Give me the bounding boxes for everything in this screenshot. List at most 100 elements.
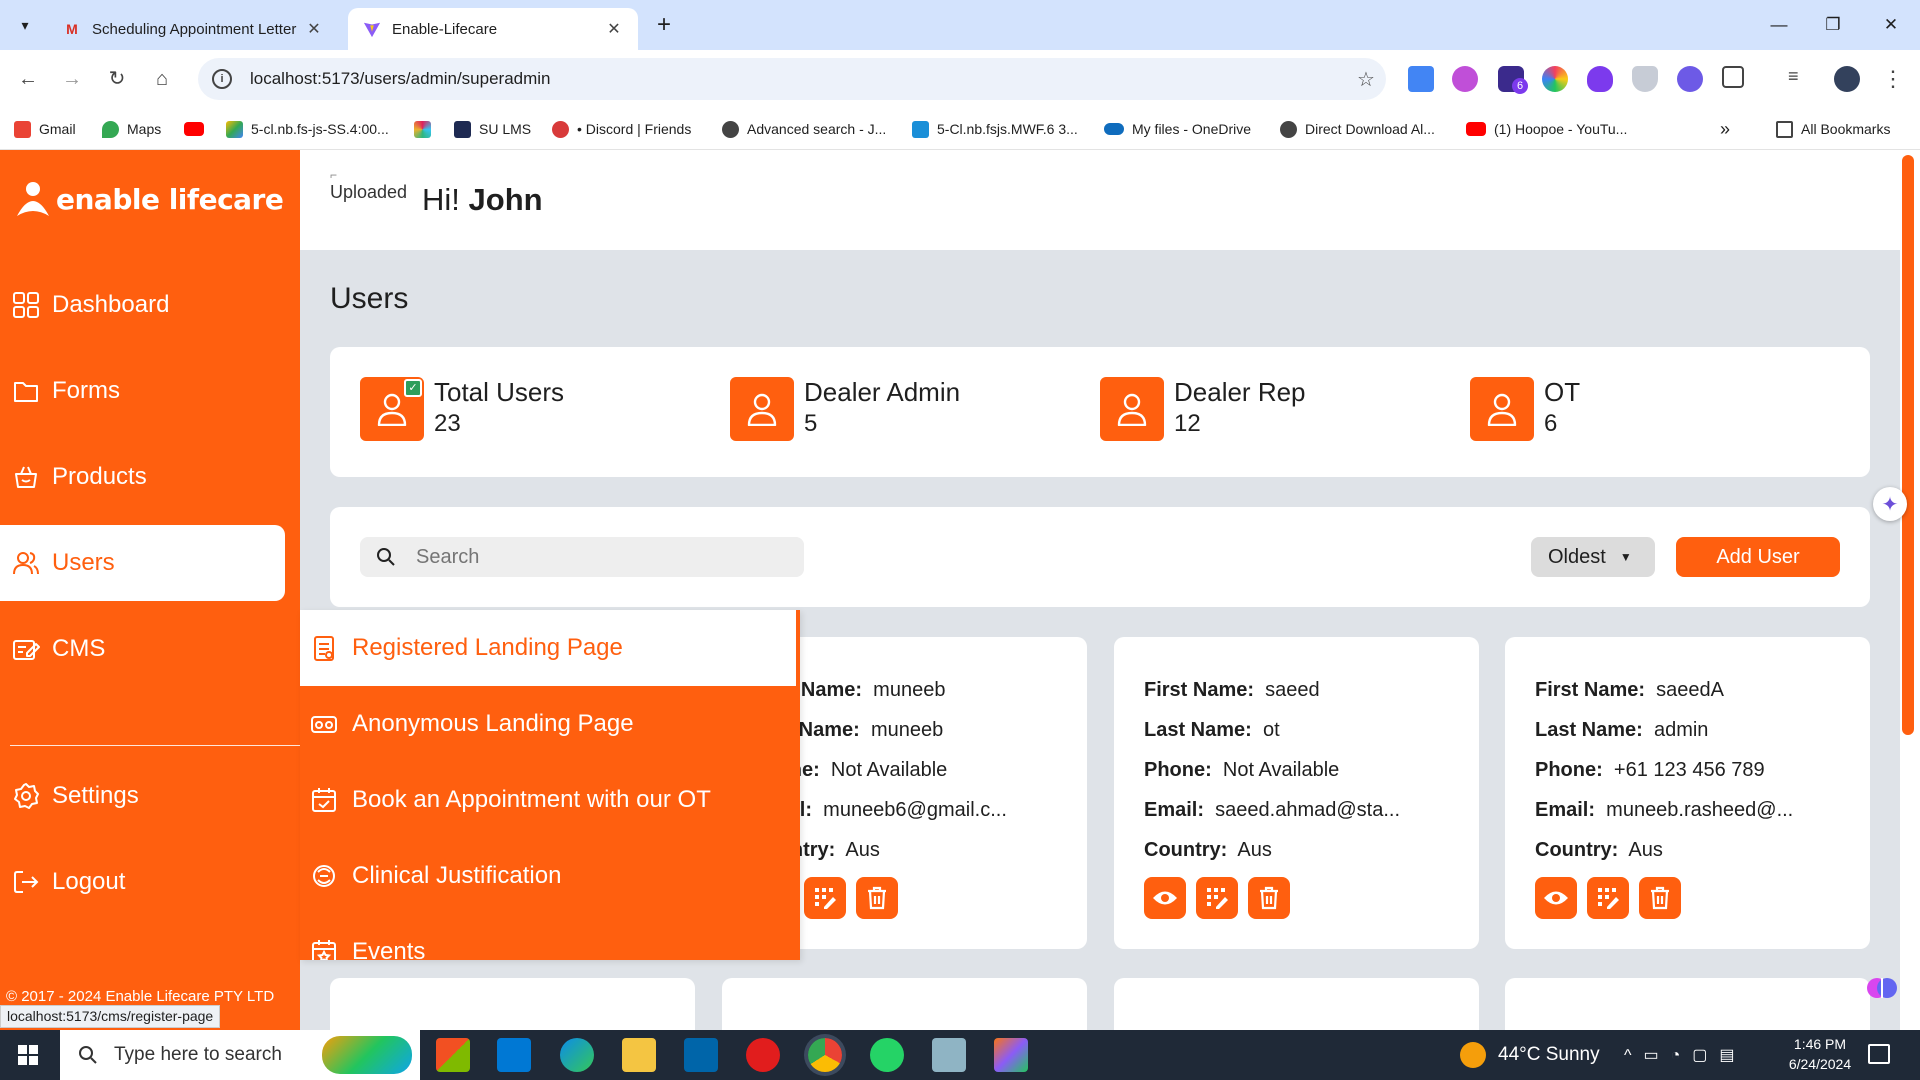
eye-icon bbox=[1544, 891, 1568, 905]
scrollbar-thumb[interactable] bbox=[1902, 155, 1914, 735]
sidebar-item-settings[interactable]: Settings bbox=[0, 758, 285, 834]
new-tab-button[interactable]: + bbox=[650, 12, 678, 40]
bookmark-su-lms[interactable]: SU LMS bbox=[454, 118, 531, 140]
sidebar-item-products[interactable]: Products bbox=[0, 439, 285, 515]
bookmark-class[interactable]: 5-Cl.nb.fsjs.MWF.6 3... bbox=[912, 118, 1078, 140]
brand-logo[interactable]: enable lifecare bbox=[14, 180, 284, 218]
edit-button[interactable] bbox=[1587, 877, 1629, 919]
taskbar-search[interactable]: Type here to search bbox=[60, 1030, 420, 1080]
close-tab-icon[interactable]: ✕ bbox=[304, 19, 324, 39]
stat-dealer-admin[interactable]: Dealer Admin 5 bbox=[730, 377, 1070, 441]
file-explorer-icon[interactable] bbox=[622, 1038, 656, 1072]
notifications-icon[interactable] bbox=[1868, 1044, 1890, 1064]
translate-extension-icon[interactable] bbox=[1408, 66, 1434, 92]
bookmark-drive[interactable]: 5-cl.nb.fs-js-SS.4:00... bbox=[226, 118, 389, 140]
cms-item-events[interactable]: Events bbox=[300, 914, 796, 960]
chrome-app-icon[interactable] bbox=[808, 1038, 842, 1072]
home-button[interactable]: ⌂ bbox=[146, 63, 178, 95]
gear-extension-icon[interactable] bbox=[1677, 66, 1703, 92]
stat-total-users[interactable]: ✓ Total Users 23 bbox=[360, 377, 700, 441]
search-box[interactable] bbox=[360, 537, 804, 577]
cms-item-registered-landing[interactable]: Registered Landing Page bbox=[300, 610, 796, 686]
field-label: First Name bbox=[1144, 679, 1248, 701]
bookmark-direct-download[interactable]: Direct Download Al... bbox=[1280, 118, 1435, 140]
color-extension-icon[interactable] bbox=[1542, 66, 1568, 92]
tab-search-button[interactable]: ▾ bbox=[10, 10, 40, 40]
media-control-icon[interactable]: ≡ bbox=[1788, 66, 1814, 92]
puzzle-icon[interactable] bbox=[1722, 66, 1744, 88]
sidebar-item-users[interactable]: Users bbox=[0, 525, 285, 601]
brain-widget-icon[interactable] bbox=[1864, 970, 1900, 1006]
back-button[interactable]: ← bbox=[12, 63, 44, 95]
delete-button[interactable] bbox=[1248, 877, 1290, 919]
sidebar-item-logout[interactable]: Logout bbox=[0, 844, 285, 920]
view-button[interactable] bbox=[1144, 877, 1186, 919]
bookmark-onedrive[interactable]: My files - OneDrive bbox=[1104, 118, 1251, 140]
add-user-button[interactable]: Add User bbox=[1676, 537, 1840, 577]
bookmark-discord[interactable]: • Discord | Friends bbox=[552, 118, 691, 140]
search-toolbar: Oldest ▼ Add User bbox=[330, 507, 1870, 607]
edit-button[interactable] bbox=[804, 877, 846, 919]
delete-button[interactable] bbox=[856, 877, 898, 919]
field-value: Not Available bbox=[830, 759, 948, 781]
windows-start-icon[interactable] bbox=[18, 1045, 38, 1070]
whatsapp-app-icon[interactable] bbox=[870, 1038, 904, 1072]
shield-extension-icon[interactable] bbox=[1632, 66, 1658, 92]
flame-extension-icon[interactable] bbox=[1587, 66, 1613, 92]
git-app-icon[interactable] bbox=[994, 1038, 1028, 1072]
opera-app-icon[interactable] bbox=[746, 1038, 780, 1072]
browser-tab-enable-lifecare[interactable]: Enable-Lifecare ✕ bbox=[348, 8, 638, 50]
sidebar-item-cms[interactable]: CMS bbox=[0, 611, 285, 687]
edit-button[interactable] bbox=[1196, 877, 1238, 919]
field-value: Not Available bbox=[1222, 759, 1340, 781]
stat-dealer-rep[interactable]: Dealer Rep 12 bbox=[1100, 377, 1440, 441]
bookmark-star-icon[interactable]: ☆ bbox=[1346, 67, 1386, 92]
system-tray-icons[interactable]: ^▭◔▢▤ bbox=[1624, 1030, 1747, 1080]
cms-item-anonymous-landing[interactable]: Anonymous Landing Page bbox=[300, 686, 796, 762]
minimize-button[interactable]: — bbox=[1754, 10, 1804, 40]
sidebar-item-forms[interactable]: Forms bbox=[0, 353, 285, 429]
address-bar[interactable]: i localhost:5173/users/admin/superadmin … bbox=[198, 58, 1386, 100]
profile-avatar[interactable] bbox=[1834, 66, 1860, 92]
cms-item-label: Clinical Justification bbox=[352, 862, 562, 889]
close-window-button[interactable]: ✕ bbox=[1866, 10, 1916, 40]
field-label: First Name bbox=[1535, 679, 1639, 701]
browser-tab-gmail[interactable]: M Scheduling Appointment Letter ✕ bbox=[48, 8, 338, 50]
sparkle-icon[interactable]: ✦ bbox=[1873, 487, 1907, 521]
folder-icon bbox=[14, 382, 38, 402]
bookmark-label: All Bookmarks bbox=[1801, 121, 1891, 137]
more-bookmarks-icon[interactable]: » bbox=[1720, 118, 1730, 140]
bookmark-youtube[interactable] bbox=[184, 118, 212, 140]
bookmark-hoopoe[interactable]: (1) Hoopoe - YouTu... bbox=[1466, 118, 1627, 140]
bookmark-slack[interactable] bbox=[414, 118, 439, 140]
vscode-app-icon[interactable] bbox=[684, 1038, 718, 1072]
notes-app-icon[interactable] bbox=[932, 1038, 966, 1072]
cms-item-book-appointment[interactable]: Book an Appointment with our OT bbox=[300, 762, 796, 838]
forward-button[interactable]: → bbox=[56, 63, 88, 95]
view-button[interactable] bbox=[1535, 877, 1577, 919]
all-bookmarks[interactable]: All Bookmarks bbox=[1776, 118, 1890, 140]
sort-dropdown[interactable]: Oldest ▼ bbox=[1531, 537, 1655, 577]
bookmark-maps[interactable]: Maps bbox=[102, 118, 161, 140]
menu-kebab-icon[interactable]: ⋮ bbox=[1880, 66, 1906, 92]
bookmark-gmail[interactable]: Gmail bbox=[14, 118, 76, 140]
user-icon: ✓ bbox=[360, 377, 424, 441]
store-app-icon[interactable] bbox=[436, 1038, 470, 1072]
bookmark-advanced-search[interactable]: Advanced search - J... bbox=[722, 118, 886, 140]
delete-button[interactable] bbox=[1639, 877, 1681, 919]
avatar[interactable]: ⌐ Uploaded bbox=[330, 168, 410, 216]
site-info-icon[interactable]: i bbox=[212, 69, 232, 89]
brain-extension-icon[interactable] bbox=[1452, 66, 1478, 92]
weather-widget[interactable]: 44°C Sunny bbox=[1460, 1030, 1600, 1080]
stat-ot[interactable]: OT 6 bbox=[1470, 377, 1810, 441]
cms-item-clinical-justification[interactable]: Clinical Justification bbox=[300, 838, 796, 914]
mail-app-icon[interactable] bbox=[497, 1038, 531, 1072]
extension-icon[interactable]: 6 bbox=[1498, 66, 1528, 94]
sidebar-item-dashboard[interactable]: Dashboard bbox=[0, 267, 285, 343]
reload-button[interactable]: ↻ bbox=[101, 63, 133, 95]
search-input[interactable] bbox=[416, 545, 796, 569]
restore-button[interactable]: ❐ bbox=[1808, 10, 1858, 40]
taskbar-clock[interactable]: 1:46 PM 6/24/2024 bbox=[1775, 1034, 1865, 1074]
edge-app-icon[interactable] bbox=[560, 1038, 594, 1072]
close-tab-icon[interactable]: ✕ bbox=[604, 19, 624, 39]
